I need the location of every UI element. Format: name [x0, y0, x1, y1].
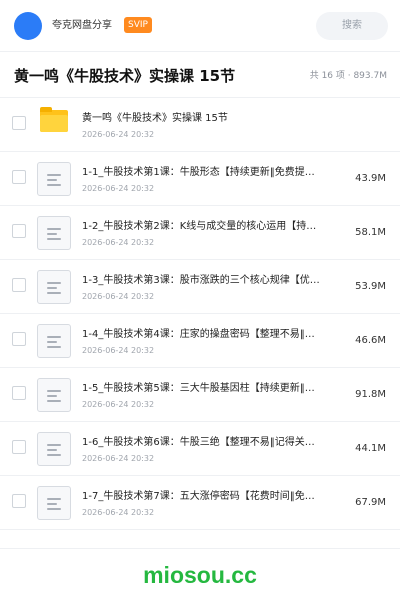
file-name[interactable]: 1-4_牛股技术第4课：庄家的操盘密码【整理不易‖…: [82, 328, 342, 342]
list-item[interactable]: 1-5_牛股技术第5课：三大牛股基因柱【持续更新‖… 2026-06-24 20…: [0, 368, 400, 422]
file-date: 2026-06-24 20:32: [82, 454, 155, 463]
avatar[interactable]: [14, 12, 42, 40]
file-size: 91.8M: [355, 389, 386, 400]
list-item[interactable]: 1-3_牛股技术第3课：股市涨跌的三个核心规律【优… 2026-06-24 20…: [0, 260, 400, 314]
watermark-text: miosou.cc: [143, 562, 257, 588]
share-header: 夸克网盘分享 SVIP 搜索: [0, 0, 400, 52]
document-icon: [37, 486, 71, 520]
file-date: 2026-06-24 20:32: [82, 238, 155, 247]
select-checkbox[interactable]: [12, 170, 26, 184]
list-item[interactable]: 1-4_牛股技术第4课：庄家的操盘密码【整理不易‖… 2026-06-24 20…: [0, 314, 400, 368]
select-checkbox[interactable]: [12, 386, 26, 400]
select-checkbox[interactable]: [12, 494, 26, 508]
document-icon: [37, 270, 71, 304]
page-title: 黄一鸣《牛股技术》实操课 15节: [14, 67, 236, 85]
select-checkbox[interactable]: [12, 116, 26, 130]
list-item[interactable]: 1-7_牛股技术第7课：五大涨停密码【花费时间‖免… 2026-06-24 20…: [0, 476, 400, 530]
select-checkbox[interactable]: [12, 224, 26, 238]
document-icon: [37, 216, 71, 250]
folder-icon: [40, 107, 68, 132]
file-date: 2026-06-24 20:32: [82, 346, 155, 355]
document-icon: [37, 324, 71, 358]
share-owner-name: 夸克网盘分享: [52, 20, 112, 31]
file-name[interactable]: 1-3_牛股技术第3课：股市涨跌的三个核心规律【优…: [82, 274, 342, 288]
file-size: 46.6M: [355, 335, 386, 346]
select-checkbox[interactable]: [12, 440, 26, 454]
select-checkbox[interactable]: [12, 278, 26, 292]
document-icon: [37, 432, 71, 466]
file-size: 58.1M: [355, 227, 386, 238]
file-date: 2026-06-24 20:32: [82, 130, 155, 139]
file-size: 44.1M: [355, 443, 386, 454]
footer: miosou.cc: [0, 548, 400, 600]
svip-badge: SVIP: [124, 17, 152, 33]
document-icon: [37, 378, 71, 412]
folder-title-bar: 黄一鸣《牛股技术》实操课 15节 共 16 项 · 893.7M: [0, 52, 400, 98]
file-date: 2026-06-24 20:32: [82, 292, 155, 301]
file-name[interactable]: 1-1_牛股技术第1课：牛股形态【持续更新‖免费提…: [82, 166, 342, 180]
list-item-folder[interactable]: 黄一鸣《牛股技术》实操课 15节 2026-06-24 20:32: [0, 98, 400, 152]
list-item[interactable]: 1-2_牛股技术第2课：K线与成交量的核心运用【持… 2026-06-24 20…: [0, 206, 400, 260]
file-size: 67.9M: [355, 497, 386, 508]
select-checkbox[interactable]: [12, 332, 26, 346]
file-name[interactable]: 1-2_牛股技术第2课：K线与成交量的核心运用【持…: [82, 220, 342, 234]
list-item[interactable]: 1-6_牛股技术第6课：牛股三绝【整理不易‖记得关… 2026-06-24 20…: [0, 422, 400, 476]
file-size: 43.9M: [355, 173, 386, 184]
folder-summary: 共 16 项 · 893.7M: [309, 71, 387, 81]
file-name[interactable]: 1-6_牛股技术第6课：牛股三绝【整理不易‖记得关…: [82, 436, 342, 450]
file-date: 2026-06-24 20:32: [82, 400, 155, 409]
search-input[interactable]: 搜索: [316, 12, 388, 40]
file-date: 2026-06-24 20:32: [82, 184, 155, 193]
list-item[interactable]: 1-1_牛股技术第1课：牛股形态【持续更新‖免费提… 2026-06-24 20…: [0, 152, 400, 206]
file-size: 53.9M: [355, 281, 386, 292]
document-icon: [37, 162, 71, 196]
file-date: 2026-06-24 20:32: [82, 508, 155, 517]
file-list: 黄一鸣《牛股技术》实操课 15节 2026-06-24 20:32 1-1_牛股…: [0, 98, 400, 530]
file-name[interactable]: 1-7_牛股技术第7课：五大涨停密码【花费时间‖免…: [82, 490, 342, 504]
file-name[interactable]: 1-5_牛股技术第5课：三大牛股基因柱【持续更新‖…: [82, 382, 342, 396]
file-name[interactable]: 黄一鸣《牛股技术》实操课 15节: [82, 112, 342, 126]
